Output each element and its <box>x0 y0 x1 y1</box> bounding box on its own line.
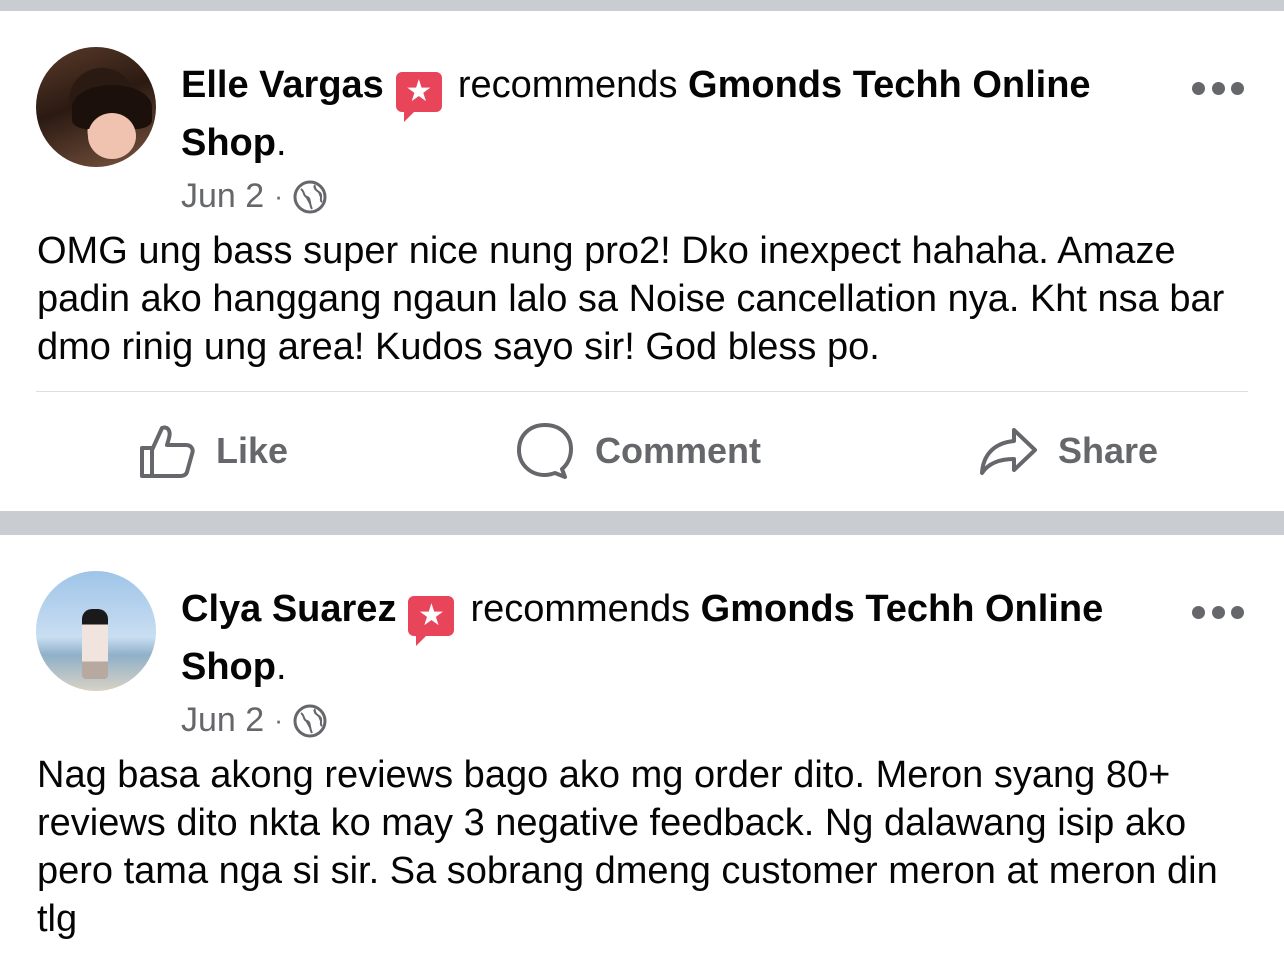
recommend-star-badge-icon: ★ <box>408 596 455 646</box>
feed-divider <box>0 511 1284 535</box>
globe-icon <box>293 704 327 737</box>
dot <box>1192 81 1205 95</box>
separator-line <box>36 391 1248 392</box>
avatar-face <box>88 113 136 159</box>
like-button[interactable]: Like <box>138 421 288 481</box>
post-actions: Like Comment Share <box>0 421 1284 481</box>
avatar-figure <box>82 609 108 679</box>
feed-divider <box>0 0 1284 11</box>
author-name[interactable]: Clya Suarez <box>181 588 396 630</box>
period: . <box>275 646 287 688</box>
dot <box>1231 81 1244 95</box>
post-date[interactable]: Jun 2 <box>181 701 264 740</box>
share-button[interactable]: Share <box>978 421 1158 481</box>
recommends-text: recommends <box>457 64 678 106</box>
author-name[interactable]: Elle Vargas <box>181 64 384 106</box>
dot <box>1192 605 1205 619</box>
comment-label: Comment <box>595 430 762 471</box>
recommendation-post: Clya Suarez ★ recommends Gmonds Techh Onli… <box>0 535 1284 960</box>
like-label: Like <box>216 430 289 471</box>
post-text: OMG ung bass super nice nung pro2! Dko i… <box>37 230 1225 368</box>
page-name-continued[interactable]: Shop <box>181 122 276 164</box>
avatar[interactable] <box>36 47 156 167</box>
globe-icon <box>293 180 327 213</box>
page-name[interactable]: Gmonds Techh Online <box>688 64 1091 106</box>
recommendation-post: Elle Vargas ★ recommends Gmonds Techh Onli… <box>0 11 1284 511</box>
recommend-star-badge-icon: ★ <box>395 72 442 122</box>
share-arrow-icon <box>980 428 1037 475</box>
period: . <box>275 122 287 164</box>
post-meta: Jun 2 · <box>181 177 327 216</box>
more-options-icon[interactable] <box>1192 605 1244 619</box>
page-name[interactable]: Gmonds Techh Online <box>701 588 1104 630</box>
dot <box>1211 605 1225 619</box>
dot <box>1211 81 1225 95</box>
dot <box>1231 605 1244 619</box>
comment-bubble-icon <box>517 423 573 479</box>
meta-separator: · <box>274 181 283 211</box>
more-options-icon[interactable] <box>1192 81 1244 95</box>
recommends-text: recommends <box>470 588 691 630</box>
meta-separator: · <box>274 705 283 735</box>
share-label: Share <box>1058 430 1159 471</box>
thumbs-up-icon <box>140 425 195 478</box>
post-date[interactable]: Jun 2 <box>181 177 264 216</box>
comment-button[interactable]: Comment <box>515 421 761 481</box>
page-name-continued[interactable]: Shop <box>181 646 276 688</box>
post-text: Nag basa akong reviews bago ako mg order… <box>37 754 1218 940</box>
post-header: Clya Suarez ★ recommends Gmonds Techh Onli… <box>181 580 1171 696</box>
post-meta: Jun 2 · <box>181 701 327 740</box>
post-header: Elle Vargas ★ recommends Gmonds Techh Onli… <box>181 56 1171 172</box>
avatar[interactable] <box>36 571 156 691</box>
